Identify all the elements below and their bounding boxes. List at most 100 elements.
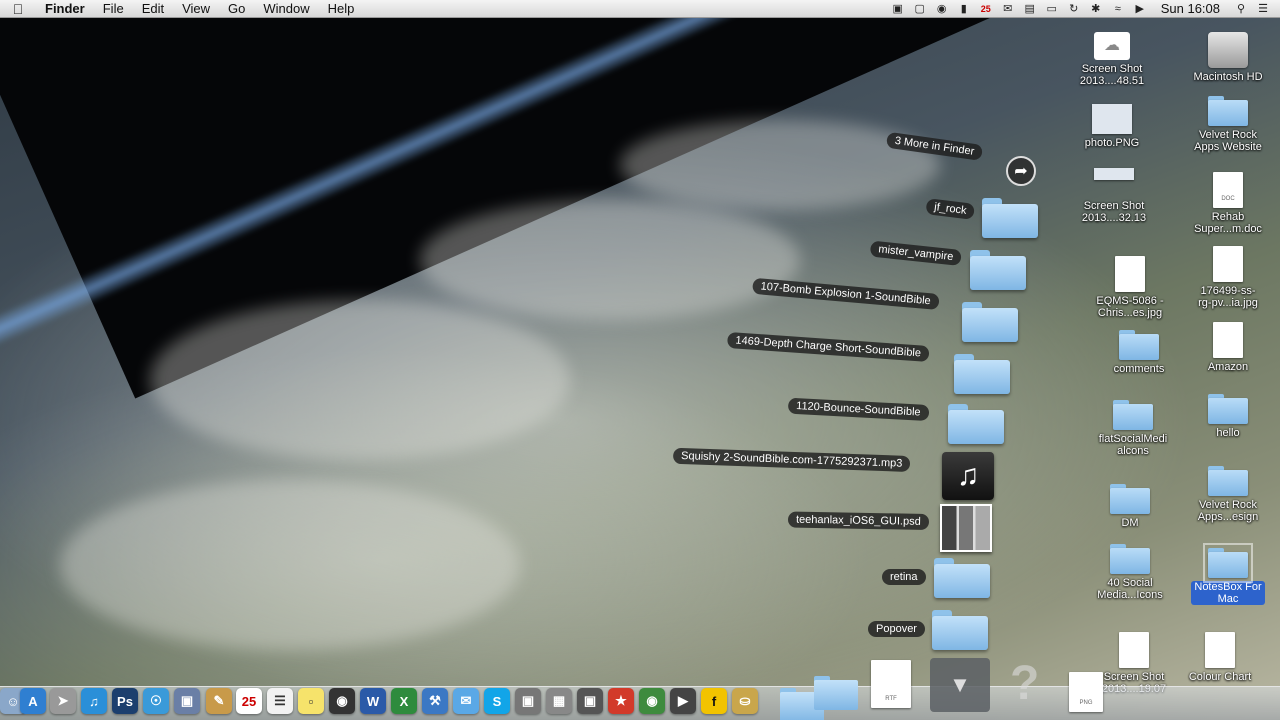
stack-fan-button[interactable]: ▼ xyxy=(930,658,990,712)
volume-icon[interactable]: ▶ xyxy=(1129,2,1151,16)
menu-file[interactable]: File xyxy=(94,0,133,18)
dock-folder-icon[interactable] xyxy=(780,688,824,720)
image-thumbnail-icon xyxy=(1213,246,1243,282)
fan-item-label[interactable]: retina xyxy=(882,569,926,585)
folder-icon xyxy=(1110,484,1150,514)
excel-dock-icon[interactable]: X xyxy=(391,688,417,714)
fan-folder-icon[interactable] xyxy=(962,302,1018,342)
png-document-icon: PNG xyxy=(1069,672,1103,712)
wifi-icon[interactable]: ≈ xyxy=(1107,2,1129,16)
notes-dock-icon[interactable]: ✎ xyxy=(206,688,232,714)
desktop-icon-label: Colour Chart xyxy=(1188,671,1252,683)
folder-icon xyxy=(1208,96,1248,126)
fan-folder-icon[interactable] xyxy=(934,558,990,598)
fan-item-label[interactable]: 1120-Bounce-SoundBible xyxy=(787,397,929,421)
notification-center-icon[interactable]: ☰ xyxy=(1252,2,1274,16)
menu-window[interactable]: Window xyxy=(254,0,318,18)
desktop-icon-flat-social[interactable]: flatSocialMedi alcons xyxy=(1085,400,1181,457)
image-capture-dock-icon[interactable]: ▣ xyxy=(515,688,541,714)
desktop-icon-40-social[interactable]: 40 Social Media...Icons xyxy=(1082,544,1178,601)
fan-folder-icon[interactable] xyxy=(954,354,1010,394)
desktop-icon-amazon[interactable]: Amazon xyxy=(1180,322,1276,373)
fan-item-label[interactable]: teehanlax_iOS6_GUI.psd xyxy=(787,511,929,530)
launchpad-dock-icon[interactable]: ➤ xyxy=(50,688,76,714)
desktop-icon-velvet-rock-website[interactable]: Velvet Rock Apps Website xyxy=(1180,96,1276,153)
desktop-icon-rehab-doc[interactable]: DOC Rehab Super...m.doc xyxy=(1180,172,1276,235)
desktop-icon-photo-png[interactable]: photo.PNG xyxy=(1064,104,1160,149)
facebook-dock-icon[interactable]: f xyxy=(701,688,727,714)
folder-icon xyxy=(1110,544,1150,574)
desktop-icon-notesbox[interactable]: NotesBox For Mac xyxy=(1180,543,1276,605)
wallpaper-cloud xyxy=(60,480,520,650)
desktop-icon-label: 40 Social Media...Icons xyxy=(1097,577,1163,601)
stickies-dock-icon[interactable]: ▫ xyxy=(298,688,324,714)
app-store-dock-icon[interactable]: A xyxy=(20,688,46,714)
desktop-icon-dm[interactable]: DM xyxy=(1082,484,1178,529)
preview-dock-icon[interactable]: ▣ xyxy=(174,688,200,714)
evernote-dock-icon[interactable]: ◉ xyxy=(639,688,665,714)
desktop-icon-velvet-rock-design[interactable]: Velvet Rock Apps...esign xyxy=(1180,466,1276,523)
fan-folder-icon[interactable] xyxy=(970,250,1026,290)
menu-edit[interactable]: Edit xyxy=(133,0,173,18)
desktop-icon-colour-chart[interactable]: Colour Chart xyxy=(1172,632,1268,683)
photoshop-dock-icon[interactable]: Ps xyxy=(112,688,138,714)
menu-help[interactable]: Help xyxy=(319,0,364,18)
image-thumbnail-icon xyxy=(1094,168,1134,180)
menu-app-name[interactable]: Finder xyxy=(36,0,94,18)
calculator-dock-icon[interactable]: ▦ xyxy=(546,688,572,714)
reminders-dock-icon[interactable]: ☰ xyxy=(267,688,293,714)
skype-dock-icon[interactable]: S xyxy=(484,688,510,714)
fan-item-label[interactable]: Squishy 2-SoundBible.com-1775292371.mp3 xyxy=(672,447,911,472)
desktop-icon-eqms[interactable]: EQMS-5086 - Chris...es.jpg xyxy=(1082,256,1178,319)
itunes-dock-icon[interactable]: ♫ xyxy=(81,688,107,714)
disk-utility-dock-icon[interactable]: ◉ xyxy=(329,688,355,714)
desktop-icon-screen-shot-2[interactable]: Screen Shot 2013....32.13 xyxy=(1066,168,1162,224)
fan-item-label[interactable]: mister_vampire xyxy=(869,240,963,266)
clapper-dock-icon[interactable]: ▶ xyxy=(670,688,696,714)
spotlight-search-icon[interactable]: ⚲ xyxy=(1230,2,1252,16)
menu-clock[interactable]: Sun 16:08 xyxy=(1151,1,1230,16)
apple-menu-icon[interactable]:  xyxy=(0,1,36,17)
screen-icon[interactable]: ▢ xyxy=(909,2,931,16)
messages-dock-icon[interactable]: ✉ xyxy=(453,688,479,714)
fan-item-label[interactable]: 1469-Depth Charge Short-SoundBible xyxy=(726,331,930,362)
desktop-icon-screen-shot-1[interactable]: ☁ Screen Shot 2013....48.51 xyxy=(1064,32,1160,87)
desktop-icon-label: EQMS-5086 - Chris...es.jpg xyxy=(1096,295,1164,319)
desktop-icon-label: Amazon xyxy=(1207,361,1249,373)
time-machine-icon[interactable]: ↻ xyxy=(1063,2,1085,16)
dock-png-document[interactable]: PNG xyxy=(1056,672,1116,715)
menu-view[interactable]: View xyxy=(173,0,219,18)
fan-item-label[interactable]: Popover xyxy=(868,621,925,637)
display-icon[interactable]: ▭ xyxy=(1041,2,1063,16)
desktop-icon-hello[interactable]: hello xyxy=(1180,394,1276,439)
fan-folder-icon[interactable] xyxy=(948,404,1004,444)
fan-item-label[interactable]: jf_rock xyxy=(925,198,976,220)
fan-folder-icon[interactable] xyxy=(932,610,988,650)
safari-dock-icon[interactable]: ☉ xyxy=(143,688,169,714)
wunderlist-dock-icon[interactable]: ★ xyxy=(608,688,634,714)
fan-folder-icon[interactable] xyxy=(982,198,1038,238)
bluetooth-icon[interactable]: ✱ xyxy=(1085,2,1107,16)
chat-icon[interactable]: ✉ xyxy=(997,2,1019,16)
fan-psd-thumbnail-icon[interactable] xyxy=(940,504,992,552)
calendar-icon[interactable]: 25 xyxy=(975,2,997,16)
desktop-icon-macintosh-hd[interactable]: Macintosh HD xyxy=(1180,32,1276,83)
desktop-icon-176499[interactable]: 176499-ss- rg-pv...ia.jpg xyxy=(1180,246,1276,309)
open-in-finder-arrow-icon[interactable]: ➦ xyxy=(1006,156,1036,186)
desktop-icon-label: 176499-ss- rg-pv...ia.jpg xyxy=(1198,285,1258,309)
hdd-icon[interactable]: ▣ xyxy=(887,2,909,16)
globe-icon[interactable]: ◉ xyxy=(931,2,953,16)
dock-rtf-document[interactable]: RTF xyxy=(846,660,936,711)
photo-booth-dock-icon[interactable]: ▣ xyxy=(577,688,603,714)
desktop-icon-label: DM xyxy=(1121,517,1139,529)
bookmark-icon[interactable]: ▮ xyxy=(953,2,975,16)
truck-dock-icon[interactable]: ⛀ xyxy=(732,688,758,714)
xcode-dock-icon[interactable]: ⚒ xyxy=(422,688,448,714)
fan-music-file-icon[interactable]: ♫ xyxy=(942,452,994,500)
desktop-icon-comments[interactable]: comments xyxy=(1091,330,1187,375)
calendar-dock-icon[interactable]: 25 xyxy=(236,688,262,714)
question-mark-icon[interactable]: ? xyxy=(1010,656,1039,711)
folder-icon[interactable]: ▤ xyxy=(1019,2,1041,16)
word-dock-icon[interactable]: W xyxy=(360,688,386,714)
menu-go[interactable]: Go xyxy=(219,0,254,18)
